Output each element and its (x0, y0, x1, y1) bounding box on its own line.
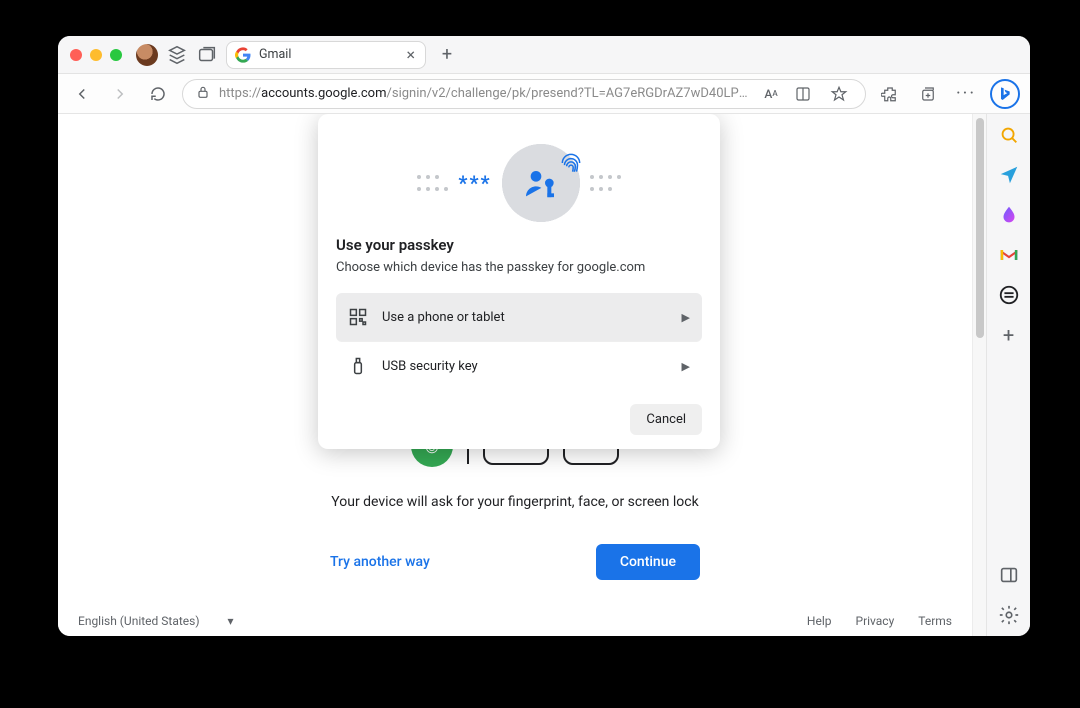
option-label: Use a phone or tablet (382, 310, 668, 325)
option-usb-key[interactable]: USB security key ▶ (336, 342, 702, 390)
language-label: English (United States) (78, 614, 200, 628)
language-selector[interactable]: English (United States) ▾ (78, 614, 234, 628)
panel-toggle-icon[interactable] (998, 564, 1020, 586)
search-icon[interactable] (998, 124, 1020, 146)
window-controls (70, 49, 122, 61)
dialog-illustration: *** (318, 114, 720, 234)
new-tab-button[interactable]: + (434, 42, 460, 68)
browser-window: Gmail × + https://accounts.google.com/si… (58, 36, 1030, 636)
footer-terms-link[interactable]: Terms (918, 614, 952, 628)
workspaces-icon[interactable] (166, 44, 188, 66)
google-favicon-icon (235, 47, 251, 63)
drop-icon[interactable] (998, 204, 1020, 226)
profile-avatar[interactable] (136, 44, 158, 66)
maximize-window-icon[interactable] (110, 49, 122, 61)
try-another-way-link[interactable]: Try another way (330, 554, 430, 570)
dialog-title: Use your passkey (336, 236, 702, 254)
more-menu-icon[interactable]: ··· (952, 80, 980, 108)
toolbar: https://accounts.google.com/signin/v2/ch… (58, 74, 1030, 114)
refresh-button[interactable] (144, 80, 172, 108)
reader-mode-icon[interactable] (789, 80, 817, 108)
dropdown-icon: ▾ (228, 614, 234, 628)
add-sidebar-icon[interactable]: + (998, 324, 1020, 346)
scrollbar-thumb[interactable] (976, 118, 984, 338)
close-window-icon[interactable] (70, 49, 82, 61)
page-footer: English (United States) ▾ Help Privacy T… (58, 606, 972, 636)
option-phone-tablet[interactable]: Use a phone or tablet ▶ (336, 293, 702, 342)
extensions-icon[interactable] (876, 80, 904, 108)
asterisks-icon: *** (458, 171, 491, 195)
minimize-window-icon[interactable] (90, 49, 102, 61)
back-button[interactable] (68, 80, 96, 108)
fingerprint-icon (558, 150, 584, 180)
site-lock-icon[interactable] (195, 84, 211, 104)
chevron-right-icon: ▶ (682, 311, 690, 324)
send-icon[interactable] (998, 164, 1020, 186)
vertical-scrollbar[interactable] (972, 114, 986, 636)
continue-button[interactable]: Continue (596, 544, 700, 580)
gmail-sidebar-icon[interactable] (998, 244, 1020, 266)
chevron-right-icon: ▶ (682, 360, 690, 373)
titlebar: Gmail × + (58, 36, 1030, 74)
footer-privacy-link[interactable]: Privacy (856, 614, 895, 628)
qr-icon (348, 307, 368, 327)
collections-icon[interactable] (914, 80, 942, 108)
favorite-icon[interactable] (825, 80, 853, 108)
main-area: ☺ Your device will ask for your fingerpr… (58, 114, 1030, 636)
passkey-hero-icon (502, 144, 580, 222)
bing-chat-icon[interactable] (990, 79, 1020, 109)
dialog-subtitle: Choose which device has the passkey for … (336, 260, 702, 275)
passkey-dialog: *** Use your passkey Choose which device… (318, 114, 720, 449)
tab-overview-icon[interactable] (196, 44, 218, 66)
footer-help-link[interactable]: Help (807, 614, 832, 628)
tab-close-icon[interactable]: × (406, 47, 415, 63)
option-label: USB security key (382, 359, 668, 374)
usb-key-icon (348, 356, 368, 376)
edge-sidebar: + (986, 114, 1030, 636)
forward-button (106, 80, 134, 108)
cancel-button[interactable]: Cancel (630, 404, 702, 435)
url-text: https://accounts.google.com/signin/v2/ch… (219, 86, 753, 101)
burger-icon[interactable] (998, 284, 1020, 306)
browser-tab[interactable]: Gmail × (226, 41, 426, 69)
tab-title: Gmail (259, 47, 398, 62)
settings-icon[interactable] (998, 604, 1020, 626)
address-bar[interactable]: https://accounts.google.com/signin/v2/ch… (182, 79, 866, 109)
page-content: ☺ Your device will ask for your fingerpr… (58, 114, 972, 636)
instruction-text: Your device will ask for your fingerprin… (330, 494, 700, 510)
text-size-icon[interactable]: AA (761, 80, 781, 108)
